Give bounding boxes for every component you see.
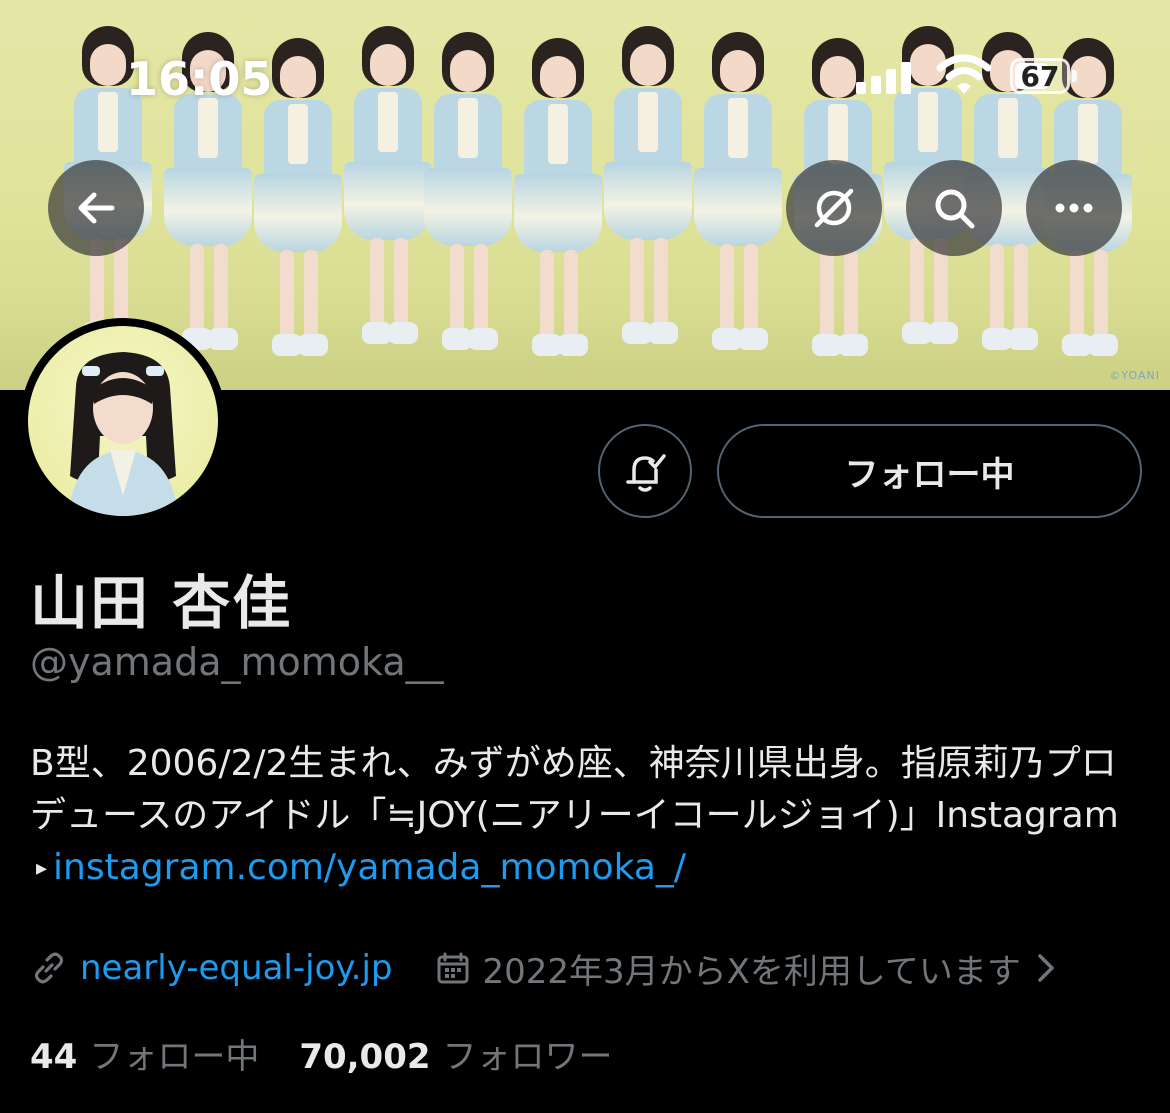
cellular-signal-icon [856,60,914,94]
group-member-figure [690,32,786,362]
bio-text: B型、2006/2/2生まれ、みずがめ座、神奈川県出身。指原莉乃プロデュースのア… [30,743,1119,836]
search-icon [935,189,975,229]
user-handle: @yamada_momoka__ [30,640,444,684]
battery-icon: 67 [1010,58,1070,94]
followers-label: フォロワー [442,1036,613,1077]
bell-check-icon [626,454,666,492]
profile-bio: B型、2006/2/2生まれ、みずがめ座、神奈川県出身。指原莉乃プロデュースのア… [30,738,1150,895]
profile-meta-row: nearly-equal-joy.jp 2022年3月からXを利用しています [30,942,1160,994]
group-member-figure [510,38,606,368]
more-icon [1055,203,1093,213]
following-count: 44 [30,1036,78,1077]
follow-stats: 44 フォロー中 70,002 フォロワー [30,1028,613,1078]
profile-avatar[interactable] [20,318,226,524]
search-button[interactable] [906,160,1002,256]
instagram-link[interactable]: instagram.com/yamada_momoka_/ [53,847,686,888]
joined-date-group[interactable]: 2022年3月からXを利用しています [436,944,1056,993]
grok-icon [814,188,854,228]
chevron-right-icon [1038,954,1054,982]
profile-page: ©YOANI 16:05 67 フォロー中 山田 杏佳 @yamada_momo… [0,0,1170,1113]
website-link[interactable]: nearly-equal-joy.jp [80,948,392,988]
wifi-icon [936,54,992,94]
joined-date: 2022年3月からXを利用しています [482,951,1021,992]
followers-stat[interactable]: 70,002 フォロワー [299,1029,612,1078]
avatar-photo [28,326,218,516]
following-stat[interactable]: 44 フォロー中 [30,1029,259,1078]
grok-button[interactable] [786,160,882,256]
back-arrow-icon [78,192,115,224]
display-name: 山田 杏佳 [30,569,293,637]
bio-arrow: ▸ [36,856,48,881]
status-time: 16:05 [126,52,273,106]
notifications-button[interactable] [598,424,692,518]
more-options-button[interactable] [1026,160,1122,256]
battery-percentage: 67 [1020,59,1060,93]
avatar-portrait [68,352,178,516]
group-member-figure [420,32,516,362]
banner-copyright: ©YOANI [1109,369,1160,382]
link-icon [34,952,64,984]
calendar-icon [437,952,469,984]
back-button[interactable] [48,160,144,256]
following-label: フォロー中 [89,1036,260,1077]
following-button[interactable]: フォロー中 [717,424,1142,518]
battery-cap [1072,70,1077,82]
group-member-figure [600,26,696,356]
followers-count: 70,002 [299,1036,431,1077]
